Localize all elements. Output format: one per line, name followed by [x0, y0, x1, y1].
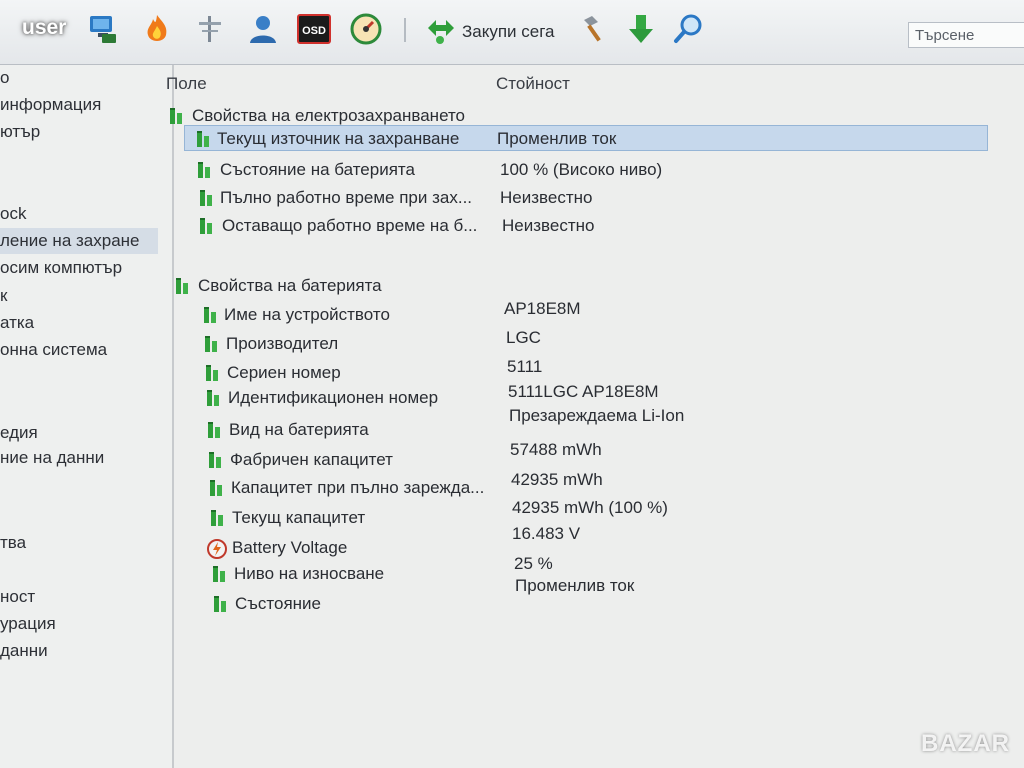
- navigation-tree: о информация ютър ock ление на захране о…: [0, 65, 174, 768]
- nav-item[interactable]: ock: [0, 201, 26, 227]
- field-value: Презареждаема Li-Ion: [509, 406, 685, 425]
- voltage-icon: [207, 539, 227, 559]
- battery-icon: [203, 335, 221, 353]
- details-list: Поле Стойност Свойства на електрозахранв…: [166, 65, 1024, 768]
- field-label: Капацитет при пълно зарежда...: [231, 478, 485, 497]
- nav-item[interactable]: осим компютър: [0, 255, 122, 281]
- field-label: Оставащо работно време на б...: [222, 216, 478, 235]
- network-icon[interactable]: [193, 12, 227, 46]
- field-value: 5111: [507, 357, 543, 376]
- field-label: Пълно работно време при зах...: [220, 188, 473, 207]
- field-value: Променлив ток: [515, 576, 635, 595]
- field-label: Състояние на батерията: [220, 160, 415, 179]
- nav-item-power-management[interactable]: ление на захране: [0, 228, 158, 254]
- battery-icon: [204, 364, 222, 382]
- battery-icon: [198, 189, 216, 207]
- nav-item[interactable]: о: [0, 65, 9, 91]
- nav-item[interactable]: ние на данни: [0, 445, 104, 471]
- table-row[interactable]: Пълно работно време при зах... Неизвестн…: [184, 185, 988, 211]
- battery-icon: [206, 421, 224, 439]
- nav-item[interactable]: информация: [0, 92, 101, 118]
- field-label: Вид на батерията: [229, 420, 369, 439]
- nav-item[interactable]: данни: [0, 638, 48, 664]
- nav-item[interactable]: едия: [0, 420, 38, 446]
- field-label: Ниво на износване: [234, 564, 385, 583]
- field-label: Състояние: [235, 594, 321, 613]
- flame-icon[interactable]: [140, 12, 174, 46]
- field-value: 16.483 V: [512, 524, 581, 543]
- table-row[interactable]: Състояние на батерията 100 % (Високо нив…: [184, 157, 988, 183]
- field-label: Текущ капацитет: [232, 508, 366, 527]
- search-input[interactable]: Търсене: [908, 22, 1024, 48]
- table-row[interactable]: Текущ източник на захранване Променлив т…: [184, 125, 988, 151]
- battery-icon: [209, 509, 227, 527]
- battery-icon: [202, 306, 220, 324]
- field-value: Неизвестно: [500, 188, 593, 207]
- buy-now-button[interactable]: Закупи сега: [424, 14, 555, 50]
- computer-icon[interactable]: [86, 12, 120, 46]
- group-header-battery[interactable]: Свойства на батерията: [174, 273, 774, 299]
- field-value: Неизвестно: [502, 216, 595, 235]
- battery-icon: [174, 277, 192, 295]
- nav-item[interactable]: урация: [0, 611, 56, 637]
- field-value: 42935 mWh (100 %): [512, 498, 668, 517]
- battery-icon: [196, 161, 214, 179]
- watermark-logo: BAZAR: [921, 730, 1010, 757]
- user-icon[interactable]: [246, 12, 280, 46]
- battery-icon: [168, 107, 186, 125]
- battery-icon: [212, 595, 230, 613]
- user-label: user: [22, 16, 67, 39]
- svg-text:OSD: OSD: [302, 25, 326, 37]
- field-label: Текущ източник на захранване: [217, 129, 460, 148]
- gauge-icon[interactable]: [349, 12, 383, 46]
- search-placeholder: Търсене: [915, 27, 975, 44]
- field-value: 5111LGC AP18E8M: [508, 382, 659, 401]
- buy-now-icon: [424, 14, 456, 51]
- table-row[interactable]: Оставащо работно време на б... Неизвестн…: [184, 213, 988, 239]
- field-value: 57488 mWh: [510, 440, 602, 459]
- toolbar: user OSD Закупи сега Търсене: [0, 0, 1024, 65]
- nav-item[interactable]: к: [0, 283, 7, 309]
- field-value: 100 % (Високо ниво): [500, 160, 663, 179]
- battery-icon: [208, 479, 226, 497]
- table-row[interactable]: Battery Voltage 16.483 V: [206, 524, 986, 561]
- column-header-value[interactable]: Стойност: [496, 74, 570, 94]
- table-row[interactable]: Текущ капацитет 42935 mWh (100 %): [206, 498, 986, 531]
- field-label: Идентификационен номер: [228, 388, 439, 407]
- buy-now-label: Закупи сега: [462, 22, 555, 41]
- search-icon[interactable]: [672, 12, 706, 46]
- table-row[interactable]: Име на устройството AP18E8M: [200, 299, 980, 328]
- battery-icon: [205, 389, 223, 407]
- field-label: Фабричен капацитет: [230, 450, 393, 469]
- osd-icon[interactable]: OSD: [297, 12, 331, 46]
- nav-item[interactable]: тва: [0, 530, 26, 556]
- download-icon[interactable]: [624, 12, 658, 46]
- field-value: 42935 mWh: [511, 470, 603, 489]
- tools-icon[interactable]: [578, 12, 612, 46]
- nav-item[interactable]: онна система: [0, 337, 107, 363]
- toolbar-separator: [404, 18, 406, 42]
- column-header-field[interactable]: Поле: [166, 74, 207, 94]
- table-row[interactable]: Състояние Променлив ток: [209, 576, 989, 617]
- field-label: Производител: [226, 334, 339, 353]
- nav-item[interactable]: ютър: [0, 119, 40, 145]
- battery-icon: [198, 217, 216, 235]
- field-value: Променлив ток: [497, 129, 617, 148]
- field-label: Battery Voltage: [232, 538, 348, 557]
- battery-icon: [195, 130, 213, 148]
- group-title: Свойства на батерията: [198, 276, 382, 295]
- field-label: Име на устройството: [224, 305, 390, 324]
- nav-item[interactable]: ност: [0, 584, 35, 610]
- nav-item[interactable]: атка: [0, 310, 34, 336]
- table-row[interactable]: Производител LGC: [200, 328, 980, 357]
- field-label: Сериен номер: [227, 363, 341, 382]
- field-value: AP18E8M: [504, 299, 581, 318]
- battery-icon: [207, 451, 225, 469]
- battery-icon: [211, 565, 229, 583]
- field-value: LGC: [506, 328, 541, 347]
